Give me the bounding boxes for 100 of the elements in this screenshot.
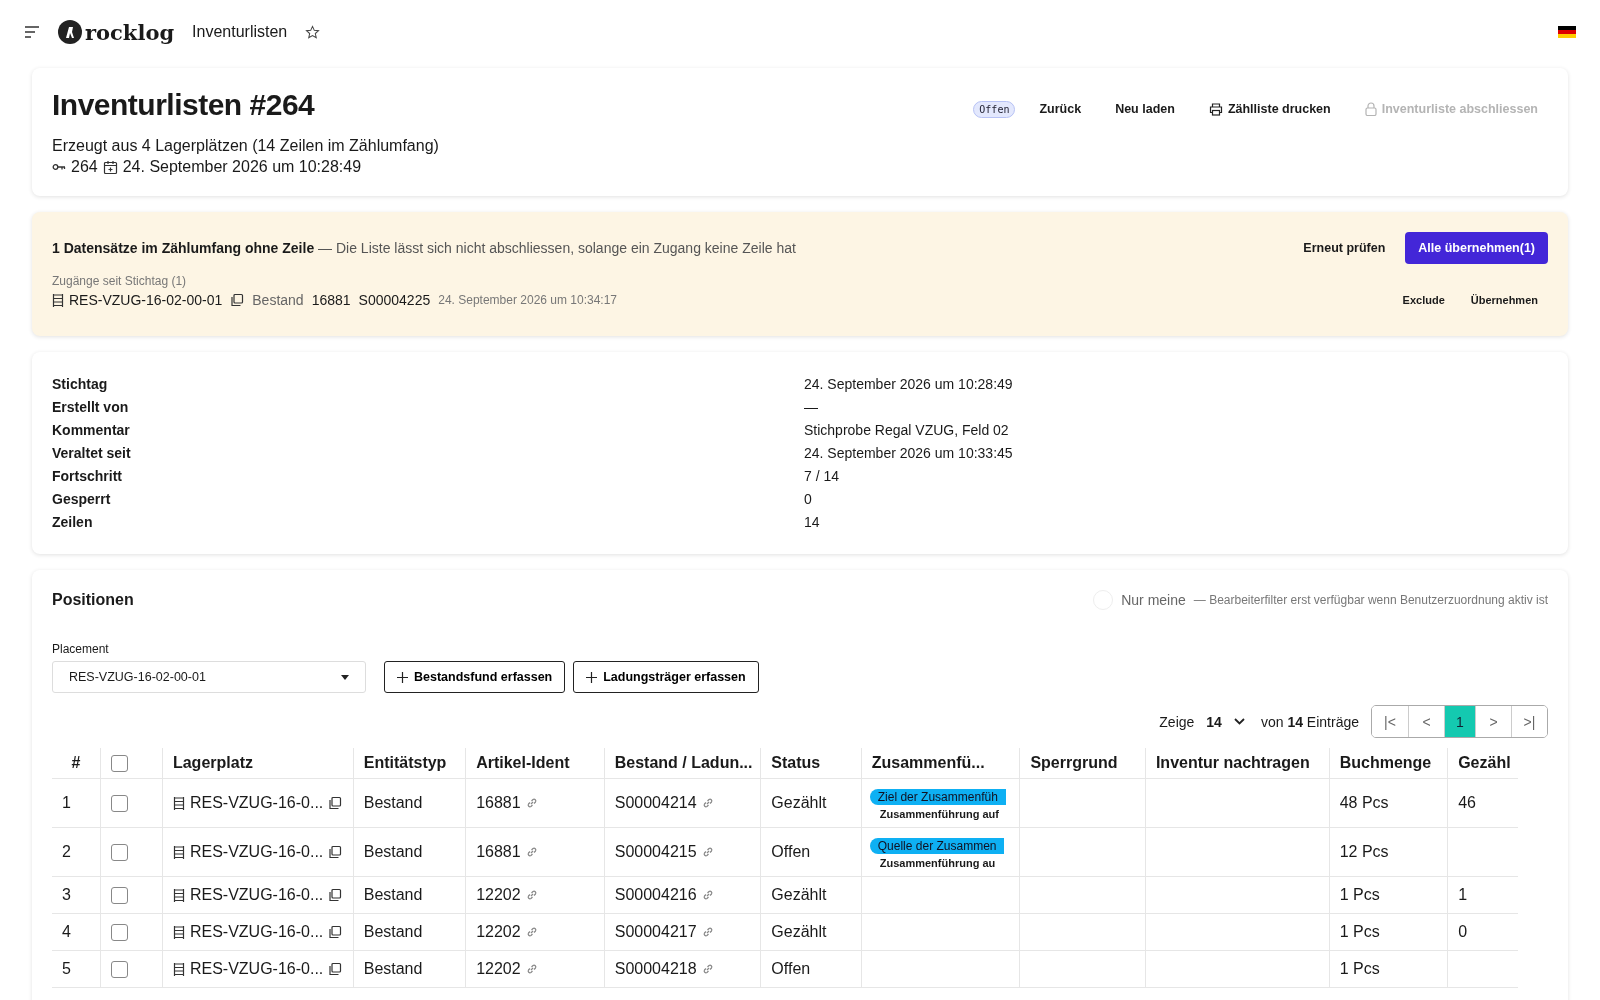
- table-cell: 1 Pcs: [1329, 950, 1448, 988]
- table-cell: RES-VZUG-16-0...: [189, 794, 324, 812]
- table-cell: Gezählt: [760, 778, 862, 828]
- merge-badge: Quelle der Zusammen: [869, 837, 1005, 854]
- select-all-checkbox[interactable]: [110, 755, 128, 773]
- page-button[interactable]: 1: [1444, 706, 1475, 737]
- entry-time: 24. September 2026 um 10:34:17: [438, 293, 618, 307]
- table-cell: Bestand: [353, 778, 466, 828]
- column-header: Status: [760, 748, 862, 779]
- column-header: Inventur nachtragen: [1145, 748, 1330, 779]
- link-icon[interactable]: [701, 846, 714, 858]
- placement-select[interactable]: RES-VZUG-16-02-00-01: [52, 661, 366, 693]
- table-cell: 12202: [476, 960, 521, 978]
- toggle-label: Nur meine: [1121, 592, 1186, 608]
- row-number: 5: [52, 950, 101, 988]
- row-checkbox[interactable]: [110, 795, 128, 813]
- caret-icon: [341, 674, 349, 680]
- add-button[interactable]: Ladungsträger erfassen: [573, 661, 759, 693]
- table-cell: RES-VZUG-16-0...: [189, 843, 324, 861]
- flag-icon[interactable]: [1558, 26, 1576, 38]
- row-checkbox[interactable]: [110, 961, 128, 979]
- copy-icon[interactable]: [328, 796, 343, 810]
- shelf-icon: [52, 292, 64, 308]
- table-cell: RES-VZUG-16-0...: [189, 886, 324, 904]
- table-cell: Offen: [760, 827, 862, 877]
- link-icon[interactable]: [701, 963, 714, 975]
- copy-icon[interactable]: [328, 962, 343, 976]
- detail-value: Stichprobe Regal VZUG, Feld 02: [804, 422, 1010, 438]
- page-size-label: Zeige: [1159, 713, 1195, 730]
- column-header: Buchmenge: [1329, 748, 1448, 779]
- plus-icon: [397, 671, 408, 683]
- table-cell: RES-VZUG-16-0...: [189, 923, 324, 941]
- link-icon[interactable]: [525, 846, 538, 858]
- detail-label: Veraltet seit: [52, 445, 132, 461]
- heading: Inventurlisten #264: [52, 88, 316, 122]
- action-button[interactable]: Neu laden: [1105, 96, 1185, 122]
- copy-icon[interactable]: [328, 845, 343, 859]
- merge-badge: Ziel der Zusammenfüh: [869, 788, 1006, 805]
- detail-value: 14: [804, 514, 821, 530]
- accept-button[interactable]: Übernehmen: [1460, 288, 1548, 312]
- shelf-icon: [172, 924, 185, 940]
- table-cell: Bestand: [353, 827, 466, 877]
- table-cell: 0: [1458, 923, 1468, 940]
- detail-label: Erstellt von: [52, 399, 130, 415]
- merge-note: Zusammenführung auf: [878, 807, 1000, 820]
- section-title: Positionen: [52, 591, 134, 609]
- link-icon[interactable]: [701, 926, 714, 938]
- exclude-button[interactable]: Exclude: [1392, 288, 1455, 312]
- star-icon[interactable]: [305, 24, 321, 40]
- page-button[interactable]: >|: [1511, 706, 1547, 737]
- link-icon[interactable]: [525, 926, 538, 938]
- table-cell: Bestand: [353, 950, 466, 988]
- table-cell: S00004216: [614, 886, 697, 904]
- merge-note: Zusammenführung au: [878, 856, 997, 869]
- column-header: Gezähl: [1447, 748, 1518, 779]
- action-button[interactable]: Zurück: [1029, 96, 1092, 122]
- action-button[interactable]: Zählliste drucken: [1198, 96, 1341, 122]
- shelf-icon: [172, 844, 185, 860]
- detail-value: 7 / 14: [804, 468, 841, 484]
- lock-icon: [1364, 102, 1377, 116]
- column-header: #: [52, 748, 101, 779]
- link-icon[interactable]: [525, 797, 538, 809]
- recheck-button[interactable]: Erneut prüfen: [1293, 235, 1396, 261]
- plus-icon: [586, 671, 598, 683]
- detail-label: Stichtag: [52, 376, 109, 392]
- table-cell: 16881: [476, 843, 521, 861]
- shelf-icon: [172, 887, 185, 903]
- status-badge: Offen: [973, 100, 1016, 118]
- created-date: 24. September 2026 um 10:28:49: [122, 158, 362, 176]
- logo-icon: [58, 20, 82, 44]
- page-title: Inventurlisten: [192, 23, 288, 41]
- table-cell: 48 Pcs: [1329, 778, 1448, 828]
- row-checkbox[interactable]: [110, 924, 128, 942]
- article-ident: 16881: [311, 292, 351, 308]
- copy-icon[interactable]: [328, 888, 343, 902]
- table-cell: S00004218: [614, 960, 697, 978]
- row-checkbox[interactable]: [110, 887, 128, 905]
- table-cell: 1 Pcs: [1329, 876, 1448, 914]
- printer-icon: [1208, 102, 1223, 116]
- entry-count: von 14 Einträge: [1260, 713, 1359, 730]
- row-number: 4: [52, 913, 101, 951]
- row-number: 2: [52, 827, 101, 877]
- link-icon[interactable]: [525, 963, 538, 975]
- subtitle: Erzeugt aus 4 Lagerplätzen (14 Zeilen im Zählumfang): [52, 136, 439, 156]
- table-cell: 46: [1458, 794, 1476, 811]
- link-icon[interactable]: [701, 889, 714, 901]
- detail-label: Zeilen: [52, 514, 94, 530]
- copy-icon[interactable]: [328, 925, 343, 939]
- accept-all-button[interactable]: Alle übernehmen(1): [1405, 232, 1548, 264]
- column-header: Artikel-Ident: [465, 748, 605, 779]
- row-checkbox[interactable]: [110, 844, 128, 862]
- menu-icon[interactable]: [24, 26, 40, 38]
- link-icon[interactable]: [701, 797, 714, 809]
- link-icon[interactable]: [525, 889, 538, 901]
- copy-icon[interactable]: [230, 293, 245, 307]
- column-header: Entitätstyp: [353, 748, 466, 779]
- detail-label: Gesperrt: [52, 491, 112, 507]
- table-cell: Gezählt: [760, 913, 862, 951]
- add-button[interactable]: Bestandsfund erfassen: [384, 661, 566, 693]
- page-size-select[interactable]: 14: [1206, 713, 1245, 730]
